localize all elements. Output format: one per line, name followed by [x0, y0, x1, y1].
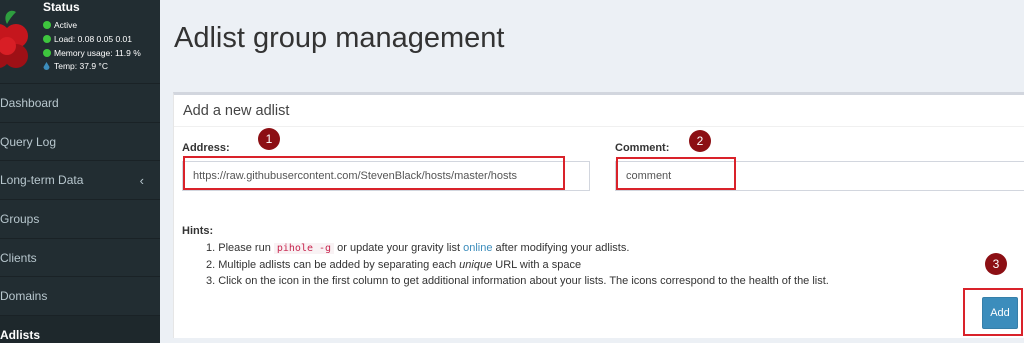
add-button[interactable]: Add — [982, 297, 1018, 329]
sidebar-item-adlists[interactable]: Adlists — [0, 315, 160, 343]
load-dot-icon — [43, 35, 51, 43]
hint-text: 1. Please run — [206, 242, 274, 254]
temperature-drop-icon — [43, 61, 50, 70]
sidebar-item-label: Query Log — [0, 134, 57, 149]
status-load: Load: 0.08 0.05 0.01 — [43, 34, 132, 44]
address-input[interactable]: https://raw.githubusercontent.com/Steven… — [182, 161, 590, 191]
sidebar-item-label: Domains — [0, 289, 48, 304]
sidebar-item-groups[interactable]: Groups — [0, 199, 160, 238]
sidebar-item-dashboard[interactable]: Dashboard — [0, 83, 160, 122]
sidebar-item-long-term-data[interactable]: Long-term Data ‹ — [0, 160, 160, 199]
hint-item: 1. Please run pihole -g or update your g… — [206, 240, 829, 257]
hint-text: or update your gravity list — [334, 242, 464, 254]
hint-text: after modifying your adlists. — [492, 242, 630, 254]
status-temp-text: Temp: 37.9 °C — [54, 61, 108, 71]
hint-item: 3. Click on the icon in the first column… — [206, 275, 829, 287]
address-label: Address: — [182, 142, 230, 154]
sidebar-item-label: Dashboard — [0, 95, 59, 110]
hint-text: URL with a space — [492, 259, 582, 271]
hint-emphasis: unique — [459, 259, 493, 271]
hint-item: 2. Multiple adlists can be added by sepa… — [206, 257, 829, 273]
memory-dot-icon — [43, 49, 51, 57]
sidebar-item-label: Clients — [0, 250, 37, 265]
sidebar-item-label: Groups — [0, 211, 40, 226]
hint-text: 2. Multiple adlists can be added by sepa… — [206, 259, 460, 271]
hint-code: pihole -g — [273, 243, 335, 254]
add-adlist-box: Add a new adlist Address: https://raw.gi… — [173, 92, 1024, 338]
status-active: Active — [43, 20, 77, 30]
status-title: Status — [43, 0, 80, 14]
status-memory: Memory usage: 11.9 % — [43, 48, 141, 58]
active-dot-icon — [43, 21, 51, 29]
status-panel: Status Active Load: 0.08 0.05 0.01 Memor… — [0, 0, 160, 83]
hints-title: Hints: — [182, 225, 214, 237]
sidebar-nav: Dashboard Query Log Long-term Data ‹ Gro… — [0, 83, 160, 343]
comment-input[interactable]: comment — [615, 161, 1024, 191]
status-temp: Temp: 37.9 °C — [43, 61, 108, 71]
status-load-text: Load: 0.08 0.05 0.01 — [54, 34, 132, 44]
sidebar-item-query-log[interactable]: Query Log — [0, 121, 160, 161]
sidebar-item-label: Adlists — [0, 327, 41, 342]
annotation-badge-1: 1 — [258, 128, 280, 150]
sidebar-item-clients[interactable]: Clients — [0, 237, 160, 277]
box-title: Add a new adlist — [174, 95, 1024, 127]
sidebar-item-label: Long-term Data — [0, 173, 84, 188]
page-title: Adlist group management — [174, 22, 505, 54]
status-active-text: Active — [54, 20, 78, 30]
pihole-logo-icon — [0, 10, 28, 68]
sidebar: Status Active Load: 0.08 0.05 0.01 Memor… — [0, 0, 160, 343]
status-memory-text: Memory usage: 11.9 % — [54, 48, 141, 58]
sidebar-item-domains[interactable]: Domains — [0, 276, 160, 315]
annotation-badge-3: 3 — [985, 253, 1007, 275]
hints-list: 1. Please run pihole -g or update your g… — [206, 240, 829, 289]
chevron-left-icon: ‹ — [139, 172, 144, 188]
online-link[interactable]: online — [463, 242, 492, 254]
comment-label: Comment: — [615, 142, 670, 154]
annotation-badge-2: 2 — [689, 130, 711, 152]
